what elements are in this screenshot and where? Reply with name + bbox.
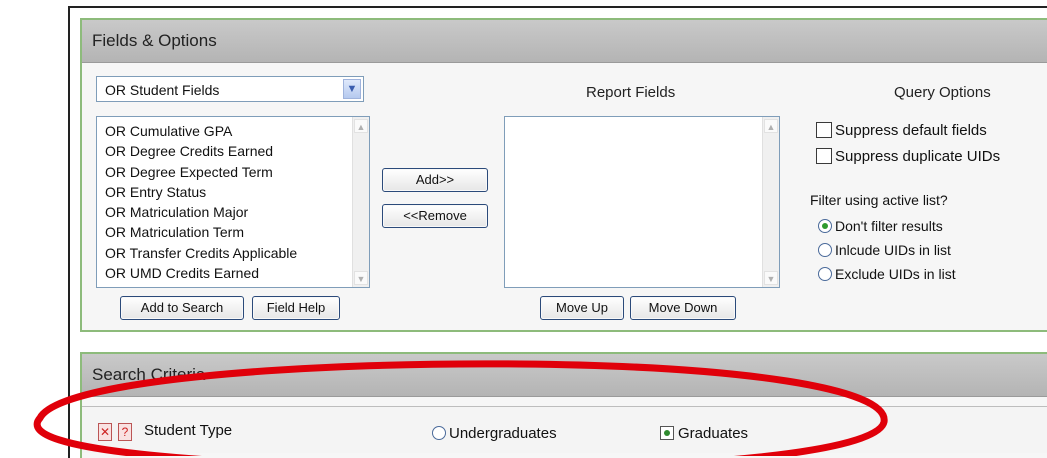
field-group-select-value: OR Student Fields bbox=[105, 82, 220, 98]
suppress-duplicate-uids-label: Suppress duplicate UIDs bbox=[835, 148, 1001, 165]
filter-option-dont[interactable]: Don't filter results bbox=[818, 218, 943, 234]
search-criteria-header: Search Criteria bbox=[82, 354, 1047, 397]
report-fields-list[interactable]: ▲ ▼ bbox=[504, 116, 780, 288]
query-options-title: Query Options bbox=[894, 84, 991, 101]
scrollbar[interactable]: ▲ ▼ bbox=[762, 117, 779, 287]
scroll-up-icon[interactable]: ▲ bbox=[764, 119, 778, 133]
move-down-button[interactable]: Move Down bbox=[630, 296, 736, 320]
suppress-default-fields-option[interactable]: Suppress default fields bbox=[816, 122, 987, 139]
scrollbar[interactable]: ▲ ▼ bbox=[352, 117, 369, 287]
list-item[interactable]: OR Degree Credits Earned bbox=[105, 141, 369, 161]
search-criteria-panel: Search Criteria ✕ ? Student Type Undergr… bbox=[80, 352, 1047, 458]
report-fields-title: Report Fields bbox=[586, 84, 676, 101]
undergraduates-radio[interactable] bbox=[432, 426, 446, 440]
graduates-label: Graduates bbox=[678, 425, 749, 442]
graduates-option[interactable]: Graduates bbox=[660, 425, 748, 442]
suppress-duplicate-uids-option[interactable]: Suppress duplicate UIDs bbox=[816, 148, 1000, 165]
fields-options-header: Fields & Options bbox=[82, 20, 1047, 63]
move-up-button[interactable]: Move Up bbox=[540, 296, 624, 320]
fields-options-panel: Fields & Options OR Student Fields ▼ OR … bbox=[80, 18, 1047, 332]
undergraduates-label: Undergraduates bbox=[449, 425, 557, 442]
x-icon[interactable]: ✕ bbox=[98, 423, 112, 441]
list-item[interactable]: OR UMD Credits Earned bbox=[105, 263, 369, 283]
chevron-down-icon[interactable]: ▼ bbox=[343, 79, 361, 99]
criteria-row-student-type: ✕ ? Student Type Undergraduates Graduate… bbox=[82, 406, 1047, 453]
list-item[interactable]: OR Degree Expected Term bbox=[105, 162, 369, 182]
help-icon[interactable]: ? bbox=[118, 423, 132, 441]
add-field-button[interactable]: Add>> bbox=[382, 168, 488, 192]
undergraduates-option[interactable]: Undergraduates bbox=[432, 425, 557, 442]
criteria-label: Student Type bbox=[144, 422, 233, 439]
filter-dont-radio[interactable] bbox=[818, 219, 832, 233]
filter-exclude-radio[interactable] bbox=[818, 267, 832, 281]
filter-include-radio[interactable] bbox=[818, 243, 832, 257]
list-item[interactable]: OR Matriculation Major bbox=[105, 202, 369, 222]
list-item[interactable]: OR Matriculation Term bbox=[105, 222, 369, 242]
suppress-default-fields-label: Suppress default fields bbox=[835, 122, 987, 139]
available-fields-list[interactable]: OR Cumulative GPA OR Degree Credits Earn… bbox=[96, 116, 370, 288]
scroll-down-icon[interactable]: ▼ bbox=[354, 271, 368, 285]
suppress-default-fields-checkbox[interactable] bbox=[816, 122, 832, 138]
add-to-search-button[interactable]: Add to Search bbox=[120, 296, 244, 320]
filter-option-include[interactable]: Inlcude UIDs in list bbox=[818, 242, 951, 258]
filter-question: Filter using active list? bbox=[810, 192, 948, 208]
filter-exclude-label: Exclude UIDs in list bbox=[835, 266, 956, 282]
filter-include-label: Inlcude UIDs in list bbox=[835, 242, 951, 258]
scroll-down-icon[interactable]: ▼ bbox=[764, 271, 778, 285]
scroll-up-icon[interactable]: ▲ bbox=[354, 119, 368, 133]
list-item[interactable]: OR Transfer Credits Applicable bbox=[105, 243, 369, 263]
list-item[interactable]: OR Cumulative GPA bbox=[105, 121, 369, 141]
filter-dont-label: Don't filter results bbox=[835, 218, 943, 234]
graduates-radio[interactable] bbox=[660, 426, 674, 440]
field-help-button[interactable]: Field Help bbox=[252, 296, 340, 320]
suppress-duplicate-uids-checkbox[interactable] bbox=[816, 148, 832, 164]
filter-option-exclude[interactable]: Exclude UIDs in list bbox=[818, 266, 956, 282]
field-group-select[interactable]: OR Student Fields ▼ bbox=[96, 76, 364, 102]
list-item[interactable]: OR Entry Status bbox=[105, 182, 369, 202]
remove-field-button[interactable]: <<Remove bbox=[382, 204, 488, 228]
